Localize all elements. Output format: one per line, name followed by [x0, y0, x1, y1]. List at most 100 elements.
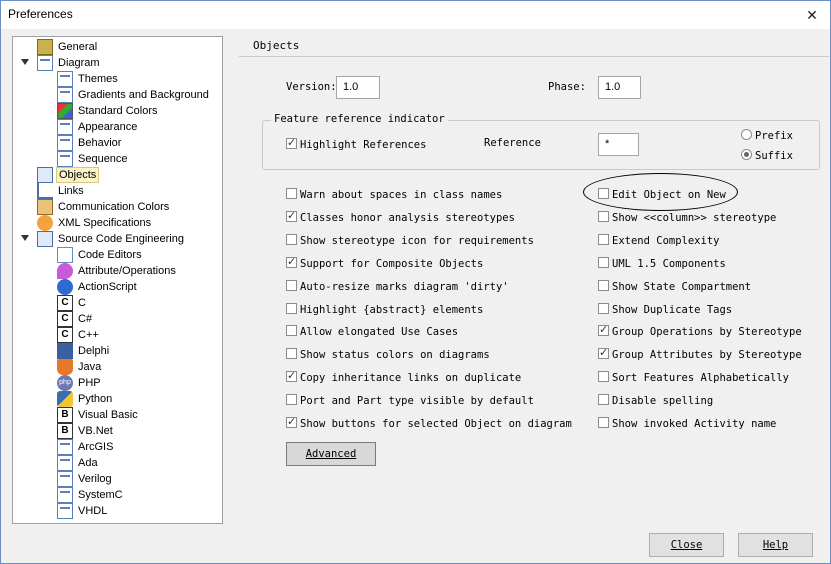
- option-show-duplicate-tags[interactable]: Show Duplicate Tags: [598, 302, 732, 319]
- option-auto-resize-marks-diagram-dirty[interactable]: Auto-resize marks diagram 'dirty': [286, 279, 509, 296]
- tree-item-ada[interactable]: Ada: [57, 455, 100, 471]
- tree-item-source-code-engineering[interactable]: Source Code Engineering: [21, 231, 186, 247]
- option-show-state-compartment[interactable]: Show State Compartment: [598, 279, 751, 296]
- tree-item-vb-net[interactable]: B VB.Net: [57, 423, 115, 439]
- checkbox-box[interactable]: [598, 302, 609, 314]
- tree-item-php[interactable]: php PHP: [57, 375, 103, 391]
- suffix-radio[interactable]: Suffix: [741, 149, 793, 165]
- option-show-column-stereotype[interactable]: Show <<column>> stereotype: [598, 210, 776, 227]
- tree-item-c[interactable]: CC: [57, 295, 88, 311]
- preferences-tree[interactable]: General Diagram Themes Gradients and Backgr…: [12, 36, 223, 524]
- option-show-invoked-activity-name[interactable]: Show invoked Activity name: [598, 417, 776, 433]
- tree-item-verilog[interactable]: Verilog: [57, 471, 114, 487]
- checkbox-box[interactable]: [598, 279, 609, 291]
- checkbox-box[interactable]: [286, 136, 297, 150]
- checkbox-box[interactable]: [286, 233, 297, 245]
- tree-item-standard-colors[interactable]: Standard Colors: [57, 103, 160, 119]
- tree-item-delphi[interactable]: Delphi: [57, 343, 111, 359]
- reference-field[interactable]: *: [598, 133, 639, 156]
- checkbox-box[interactable]: [286, 188, 297, 199]
- tree-item-actionscript[interactable]: ActionScript: [57, 279, 139, 295]
- option-uml-1-5-components[interactable]: UML 1.5 Components: [598, 256, 726, 273]
- vbnet-icon: B: [57, 423, 73, 439]
- prefix-radio[interactable]: Prefix: [741, 129, 793, 145]
- tree-item-themes[interactable]: Themes: [57, 71, 120, 87]
- phase-field[interactable]: 1.0: [598, 76, 641, 99]
- radio-dot[interactable]: [741, 149, 752, 160]
- tree-item-gradients-and-background[interactable]: Gradients and Background: [57, 87, 211, 103]
- version-field[interactable]: 1.0: [336, 76, 380, 99]
- java-icon: [57, 359, 73, 375]
- tree-item-c-[interactable]: C C#: [57, 311, 94, 327]
- close-button[interactable]: Close: [649, 533, 724, 557]
- option-label: Support for Composite Objects: [300, 257, 484, 270]
- tree-item-xml-specifications[interactable]: XML Specifications: [37, 215, 153, 231]
- tree-item-label: Themes: [78, 73, 118, 85]
- tree-item-label: Python: [78, 393, 113, 405]
- checkbox-box[interactable]: [598, 233, 609, 245]
- checkbox-box[interactable]: [598, 394, 609, 406]
- checkbox-box[interactable]: [598, 256, 609, 268]
- option-show-buttons-for-selected-object-on-diagram[interactable]: Show buttons for selected Object on diag…: [286, 415, 572, 433]
- checkbox-box[interactable]: [286, 415, 297, 429]
- option-highlight-abstract-elements[interactable]: Highlight {abstract} elements: [286, 302, 483, 319]
- checkbox-box[interactable]: [286, 348, 297, 360]
- tree-item-visual-basic[interactable]: B Visual Basic: [57, 407, 140, 423]
- page-icon: [57, 503, 73, 519]
- option-support-for-composite-objects[interactable]: Support for Composite Objects: [286, 255, 484, 273]
- tree-item-communication-colors[interactable]: Communication Colors: [37, 199, 171, 215]
- checkbox-box[interactable]: [286, 325, 297, 337]
- checkbox-box[interactable]: [286, 209, 297, 223]
- tree-item-sequence[interactable]: Sequence: [57, 151, 130, 167]
- option-copy-inheritance-links-on-duplicate[interactable]: Copy inheritance links on duplicate: [286, 369, 521, 387]
- tree-item-label: SystemC: [78, 489, 123, 501]
- checkbox-box[interactable]: [286, 279, 297, 291]
- option-warn-about-spaces-in-class-names[interactable]: Warn about spaces in class names: [286, 188, 502, 204]
- checkbox-box[interactable]: [598, 323, 609, 337]
- advanced-button[interactable]: Advanced: [286, 442, 376, 466]
- tree-item-diagram[interactable]: Diagram: [21, 55, 102, 71]
- page-icon: [57, 455, 73, 471]
- option-show-stereotype-icon-for-requirements[interactable]: Show stereotype icon for requirements: [286, 233, 534, 250]
- tree-item-code-editors[interactable]: Code Editors: [57, 247, 144, 263]
- tree-item-objects[interactable]: Objects: [37, 167, 100, 183]
- expander-icon[interactable]: [21, 59, 29, 65]
- option-classes-honor-analysis-stereotypes[interactable]: Classes honor analysis stereotypes: [286, 209, 515, 227]
- option-group-operations-by-stereotype[interactable]: Group Operations by Stereotype: [598, 323, 802, 341]
- checkbox-box[interactable]: [598, 346, 609, 360]
- checkbox-box[interactable]: [598, 371, 609, 383]
- option-disable-spelling[interactable]: Disable spelling: [598, 394, 713, 410]
- option-port-and-part-type-visible-by-default[interactable]: Port and Part type visible by default: [286, 394, 534, 410]
- option-show-status-colors-on-diagrams[interactable]: Show status colors on diagrams: [286, 348, 490, 364]
- checkbox-box[interactable]: [598, 417, 609, 428]
- checkbox-box[interactable]: [598, 188, 609, 199]
- tree-item-label: C++: [78, 329, 99, 341]
- tree-item-systemc[interactable]: SystemC: [57, 487, 125, 503]
- checkbox-box[interactable]: [286, 255, 297, 269]
- tree-item-general[interactable]: General: [37, 39, 99, 55]
- close-icon[interactable]: ✕: [802, 5, 822, 25]
- checkbox-box[interactable]: [286, 394, 297, 406]
- tree-item-vhdl[interactable]: VHDL: [57, 503, 109, 519]
- checkbox-box[interactable]: [286, 302, 297, 314]
- highlight-references-checkbox[interactable]: Highlight References: [286, 136, 426, 154]
- option-label: Edit Object on New: [612, 189, 726, 201]
- tree-item-attribute-operations[interactable]: Attribute/Operations: [57, 263, 178, 279]
- tree-item-links[interactable]: Links: [37, 183, 86, 199]
- help-button[interactable]: Help: [738, 533, 813, 557]
- option-allow-elongated-use-cases[interactable]: Allow elongated Use Cases: [286, 325, 458, 341]
- checkbox-box[interactable]: [286, 369, 297, 383]
- tree-item-python[interactable]: Python: [57, 391, 114, 407]
- tree-item-c-[interactable]: C C++: [57, 327, 101, 343]
- option-edit-object-on-new[interactable]: Edit Object on New: [598, 188, 726, 204]
- tree-item-arcgis[interactable]: ArcGIS: [57, 439, 115, 455]
- option-sort-features-alphabetically[interactable]: Sort Features Alphabetically: [598, 371, 789, 387]
- radio-dot[interactable]: [741, 129, 752, 140]
- expander-icon[interactable]: [21, 235, 29, 241]
- option-group-attributes-by-stereotype[interactable]: Group Attributes by Stereotype: [598, 346, 802, 364]
- option-extend-complexity[interactable]: Extend Complexity: [598, 233, 719, 250]
- tree-item-java[interactable]: Java: [57, 359, 103, 375]
- checkbox-box[interactable]: [598, 210, 609, 222]
- tree-item-appearance[interactable]: Appearance: [57, 119, 139, 135]
- tree-item-behavior[interactable]: Behavior: [57, 135, 123, 151]
